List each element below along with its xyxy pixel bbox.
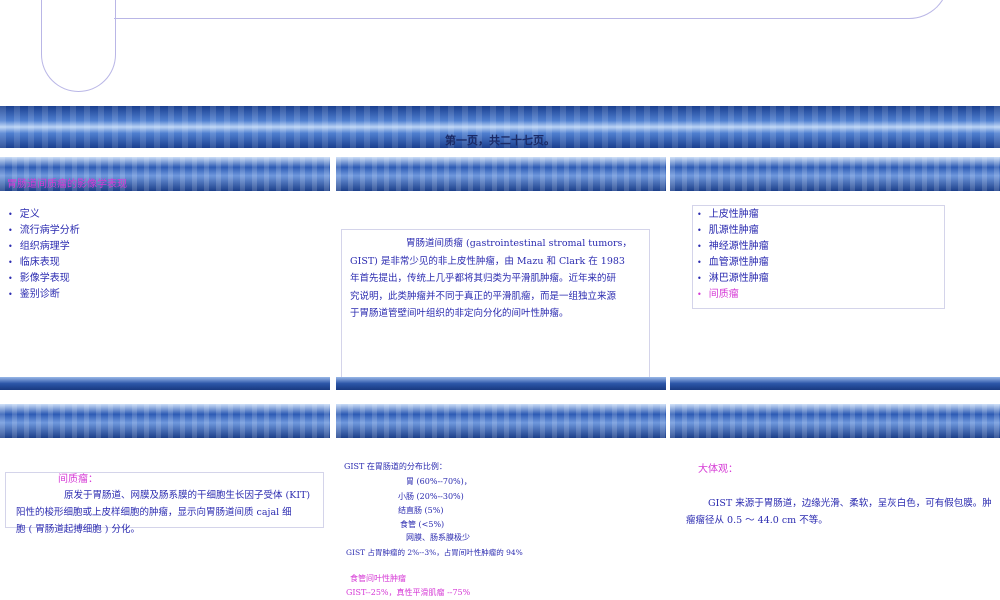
gross-description: GIST 来源于胃肠道，边缘光滑、柔软，呈灰白色，可有假包膜。肿 瘤瘤径从 0.… xyxy=(686,495,994,529)
list-item: 组织病理学 xyxy=(8,239,80,255)
list-item: 神经源性肿瘤 xyxy=(697,239,769,255)
slide-footer-bar xyxy=(0,377,330,390)
highlighted-list-item: 间质瘤 xyxy=(697,287,769,303)
topic-list: 定义 流行病学分析 组织病理学 临床表现 影像学表现 鉴别诊断 xyxy=(8,207,80,303)
list-item: 血管源性肿瘤 xyxy=(697,255,769,271)
definition-line: 原发于胃肠道、网膜及肠系膜的干细胞生长因子受体 (KIT) xyxy=(64,490,311,501)
definition-line: 于胃肠道管壁间叶组织的非定向分化的间叶性肿瘤。 xyxy=(350,308,569,319)
distribution-stomach: 胃 (60%--70%)， xyxy=(406,477,472,486)
description-line: 瘤瘤径从 0.5 ～ 44.0 cm 不等。 xyxy=(686,515,828,526)
list-item: 影像学表现 xyxy=(8,271,80,287)
slide-header-bar xyxy=(336,157,666,191)
list-item: 鉴别诊断 xyxy=(8,287,80,303)
slide-thumbnail-3[interactable]: 上皮性肿瘤 肌源性肿瘤 神经源性肿瘤 血管源性肿瘤 淋巴源性肿瘤 间质瘤 xyxy=(670,157,1000,390)
section-heading: 间质瘤： xyxy=(58,474,98,485)
distribution-esophagus: 食管 (<5%) xyxy=(400,520,445,529)
distribution-colorectum: 结直肠 (5%) xyxy=(398,506,444,515)
list-item: 肌源性肿瘤 xyxy=(697,223,769,239)
list-item: 临床表现 xyxy=(8,255,80,271)
definition-line: 胃肠道间质瘤 (gastrointestinal stromal tumors， xyxy=(406,238,632,249)
definition-text: 原发于胃肠道、网膜及肠系膜的干细胞生长因子受体 (KIT) 阳性的梭形细胞或上皮… xyxy=(16,487,326,538)
list-item: 定义 xyxy=(8,207,80,223)
description-line: GIST 来源于胃肠道，边缘光滑、柔软，呈灰白色，可有假包膜。肿 xyxy=(708,498,992,509)
slide-header-bar xyxy=(336,404,666,438)
page-label: 第一页，共二十七页。 xyxy=(445,134,555,147)
gastric-share: GIST 占胃肿瘤的 2%--3%，占胃间叶性肿瘤的 94% xyxy=(346,548,523,557)
esophagus-share: GIST--25%，真性平滑肌瘤 --75% xyxy=(346,588,471,597)
list-item: 淋巴源性肿瘤 xyxy=(697,271,769,287)
section-heading: 大体观： xyxy=(698,464,738,475)
definition-line: 胞 ( 胃肠道起搏细胞 ) 分化。 xyxy=(16,524,140,535)
definition-text: 胃肠道间质瘤 (gastrointestinal stromal tumors，… xyxy=(350,235,650,323)
tumor-type-list: 上皮性肿瘤 肌源性肿瘤 神经源性肿瘤 血管源性肿瘤 淋巴源性肿瘤 间质瘤 xyxy=(697,207,769,303)
distribution-small-intestine: 小肠 (20%--30%) xyxy=(398,492,464,501)
top-curve-decoration xyxy=(114,0,949,19)
slide-thumbnail-5[interactable]: GIST 在胃肠道的分布比例： 胃 (60%--70%)， 小肠 (20%--3… xyxy=(336,404,666,600)
definition-line: 究说明，此类肿瘤并不同于真正的平滑肌瘤，而是一组独立来源 xyxy=(350,290,617,302)
slide-thumbnail-2[interactable]: 胃肠道间质瘤 (gastrointestinal stromal tumors，… xyxy=(336,157,666,390)
slide-footer-bar xyxy=(336,377,666,390)
slide-footer-bar xyxy=(670,377,1000,390)
slide-header-bar xyxy=(670,157,1000,191)
list-item: 上皮性肿瘤 xyxy=(697,207,769,223)
slide-thumbnail-1[interactable]: 胃肠道间质瘤的影像学表现 定义 流行病学分析 组织病理学 临床表现 影像学表现 … xyxy=(0,157,330,390)
slide-title: 胃肠道间质瘤的影像学表现 xyxy=(7,179,127,190)
distribution-intro: GIST 在胃肠道的分布比例： xyxy=(344,462,447,471)
slide-header-bar xyxy=(0,404,330,438)
distribution-mesentery: 网膜、肠系膜极少 xyxy=(406,533,470,542)
list-item: 流行病学分析 xyxy=(8,223,80,239)
definition-line: GIST) 是非常少见的非上皮性肿瘤，由 Mazu 和 Clark 在 1983 xyxy=(350,255,625,267)
slide-header-bar xyxy=(670,404,1000,438)
esophagus-heading: 食管间叶性肿瘤 xyxy=(350,574,406,583)
definition-line: 阳性的梭形细胞或上皮样细胞的肿瘤，显示向胃肠道间质 cajal 细 xyxy=(16,507,292,518)
top-frame-decoration xyxy=(41,0,116,92)
slide-thumbnail-4[interactable]: 间质瘤： 原发于胃肠道、网膜及肠系膜的干细胞生长因子受体 (KIT) 阳性的梭形… xyxy=(0,404,330,600)
definition-line: 年首先提出，传统上几乎都将其归类为平滑肌肿瘤。近年来的研 xyxy=(350,273,617,284)
slide-thumbnail-6[interactable]: 大体观： GIST 来源于胃肠道，边缘光滑、柔软，呈灰白色，可有假包膜。肿 瘤瘤… xyxy=(670,404,1000,600)
